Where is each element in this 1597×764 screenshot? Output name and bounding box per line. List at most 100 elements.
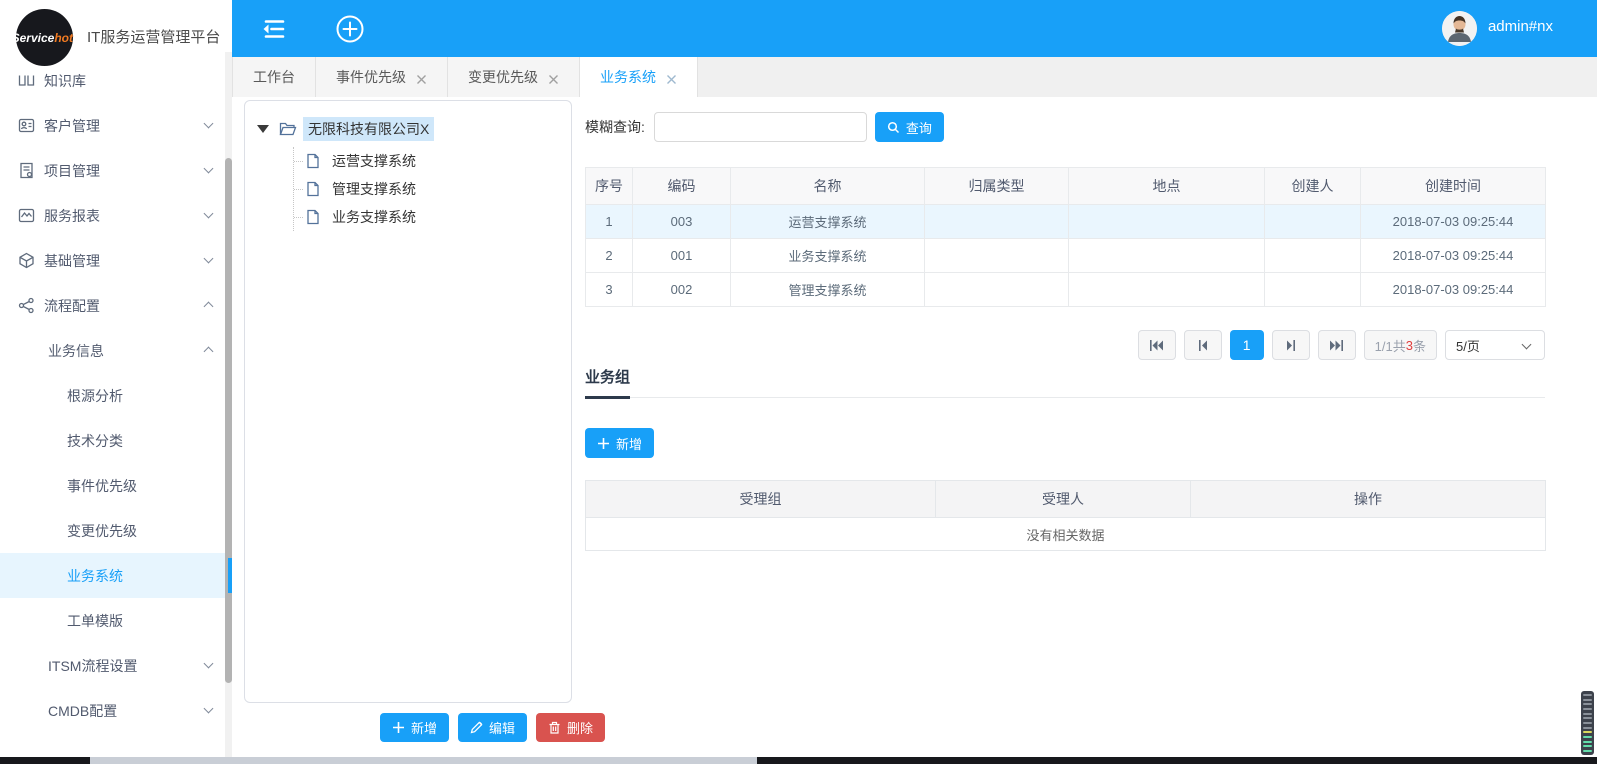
tab-change-priority[interactable]: 变更优先级 <box>448 57 580 97</box>
group-add-button[interactable]: 新增 <box>585 428 654 458</box>
chevron-down-icon <box>204 659 214 669</box>
search-icon <box>887 121 900 134</box>
tree-children: 运营支撑系统 管理支撑系统 业务支撑系统 <box>293 147 420 231</box>
sidebar-item-cmdb-config[interactable]: CMDB配置 <box>0 688 232 733</box>
tree-delete-button[interactable]: 删除 <box>536 713 605 742</box>
user-name[interactable]: admin#nx <box>1488 18 1553 35</box>
plus-icon <box>392 721 405 734</box>
cube-icon <box>18 252 35 269</box>
scroll-marker-widget <box>1581 691 1594 755</box>
sidebar-scrollbar[interactable] <box>225 52 232 757</box>
sidebar-item-knowledge-base[interactable]: 知识库 <box>0 58 232 103</box>
tab-incident-priority[interactable]: 事件优先级 <box>316 57 448 97</box>
tab-label: 变更优先级 <box>468 67 538 87</box>
chevron-up-icon <box>204 347 214 357</box>
tree-node-operation-support[interactable]: 运营支撑系统 <box>294 147 420 175</box>
avatar[interactable] <box>1442 11 1477 46</box>
sidebar-item-business-info[interactable]: 业务信息 <box>0 328 232 373</box>
report-icon <box>18 207 35 224</box>
search-label: 模糊查询: <box>585 117 645 137</box>
tab-workbench[interactable]: 工作台 <box>232 57 316 97</box>
chevron-down-icon <box>204 164 214 174</box>
tab-label: 事件优先级 <box>336 67 406 87</box>
customer-icon <box>18 117 35 134</box>
app-root: admin#nx 工作台 事件优先级 变更优先级 业务系统 <box>0 0 1597 764</box>
chevron-down-icon <box>1522 340 1532 350</box>
brand: Servicehot® IT服务运营管理平台 <box>0 0 232 60</box>
pencil-icon <box>470 721 483 734</box>
chevron-down-icon <box>204 704 214 714</box>
sidebar-item-change-priority[interactable]: 变更优先级 <box>0 508 232 553</box>
empty-text: 没有相关数据 <box>586 518 1546 551</box>
table-header-row: 序号 编码 名称 归属类型 地点 创建人 创建时间 <box>586 168 1546 205</box>
tree-edit-button[interactable]: 编辑 <box>458 713 527 742</box>
topbar: admin#nx <box>232 0 1597 57</box>
sidebar-item-process-config[interactable]: 流程配置 <box>0 283 232 328</box>
business-group-header: 业务组 <box>585 365 1545 398</box>
last-page-button[interactable] <box>1318 330 1356 360</box>
chevron-down-icon <box>204 254 214 264</box>
tree-actions: 新增 编辑 删除 <box>380 713 605 742</box>
share-icon <box>18 297 35 314</box>
tree-node-business-support[interactable]: 业务支撑系统 <box>294 203 420 231</box>
col-header: 受理组 <box>586 481 936 518</box>
collapse-menu-icon[interactable] <box>258 13 290 45</box>
col-header: 编码 <box>633 168 731 205</box>
chevron-down-icon <box>204 209 214 219</box>
col-header: 归属类型 <box>925 168 1069 205</box>
prev-page-button[interactable] <box>1184 330 1222 360</box>
first-page-button[interactable] <box>1138 330 1176 360</box>
page-info: 1/1共3条 <box>1364 330 1437 360</box>
search-button[interactable]: 查询 <box>875 112 944 142</box>
col-header: 受理人 <box>936 481 1191 518</box>
book-icon <box>18 72 35 89</box>
sidebar-scrollbar-thumb[interactable] <box>225 158 232 683</box>
app-title: IT服务运营管理平台 <box>87 26 220 47</box>
sidebar-item-root-cause[interactable]: 根源分析 <box>0 373 232 418</box>
page-size-select[interactable]: 5/页 <box>1445 330 1545 360</box>
col-header: 操作 <box>1191 481 1546 518</box>
caret-down-icon[interactable] <box>257 125 269 133</box>
table-row[interactable]: 1 003 运营支撑系统 2018-07-03 09:25:44 <box>586 205 1546 239</box>
horizontal-scrollbar[interactable] <box>0 757 1597 764</box>
tree-add-button[interactable]: 新增 <box>380 713 449 742</box>
tree-root-node[interactable]: 无限科技有限公司X <box>257 117 434 141</box>
sidebar-item-project-mgmt[interactable]: 项目管理 <box>0 148 232 193</box>
next-page-button[interactable] <box>1272 330 1310 360</box>
table-row[interactable]: 2 001 业务支撑系统 2018-07-03 09:25:44 <box>586 239 1546 273</box>
search-input[interactable] <box>654 112 867 142</box>
close-icon[interactable] <box>548 72 559 83</box>
pagination: 1 1/1共3条 5/页 <box>585 330 1545 360</box>
col-header: 创建人 <box>1265 168 1361 205</box>
col-header: 序号 <box>586 168 633 205</box>
tree-node-label[interactable]: 无限科技有限公司X <box>303 117 434 141</box>
col-header: 地点 <box>1069 168 1265 205</box>
close-icon[interactable] <box>666 72 677 83</box>
col-header: 创建时间 <box>1361 168 1546 205</box>
tab-label: 业务系统 <box>600 67 656 87</box>
sidebar: Servicehot® IT服务运营管理平台 知识库 客户管理 <box>0 0 232 764</box>
sidebar-item-incident-priority[interactable]: 事件优先级 <box>0 463 232 508</box>
business-system-table: 序号 编码 名称 归属类型 地点 创建人 创建时间 1 003 运营支撑系统 <box>585 167 1546 307</box>
business-group-title: 业务组 <box>585 366 630 399</box>
sidebar-item-ticket-template[interactable]: 工单模版 <box>0 598 232 643</box>
main-content: 无限科技有限公司X 运营支撑系统 管理支撑系统 <box>232 97 1597 757</box>
horizontal-scrollbar-thumb[interactable] <box>90 757 757 764</box>
current-page-button[interactable]: 1 <box>1230 330 1264 360</box>
project-icon <box>18 162 35 179</box>
plus-icon <box>597 437 610 450</box>
sidebar-item-itsm-process[interactable]: ITSM流程设置 <box>0 643 232 688</box>
sidebar-item-customer-mgmt[interactable]: 客户管理 <box>0 103 232 148</box>
tree-node-management-support[interactable]: 管理支撑系统 <box>294 175 420 203</box>
sidebar-item-base-mgmt[interactable]: 基础管理 <box>0 238 232 283</box>
tab-business-system[interactable]: 业务系统 <box>580 57 698 97</box>
sidebar-item-business-system[interactable]: 业务系统 <box>0 553 232 598</box>
org-tree-panel: 无限科技有限公司X 运营支撑系统 管理支撑系统 <box>244 100 572 703</box>
add-tab-icon[interactable] <box>334 13 366 45</box>
table-row[interactable]: 3 002 管理支撑系统 2018-07-03 09:25:44 <box>586 273 1546 307</box>
sidebar-item-service-report[interactable]: 服务报表 <box>0 193 232 238</box>
close-icon[interactable] <box>416 72 427 83</box>
sidebar-item-tech-category[interactable]: 技术分类 <box>0 418 232 463</box>
file-icon <box>304 209 322 225</box>
tab-bar: 工作台 事件优先级 变更优先级 业务系统 <box>232 57 1597 97</box>
